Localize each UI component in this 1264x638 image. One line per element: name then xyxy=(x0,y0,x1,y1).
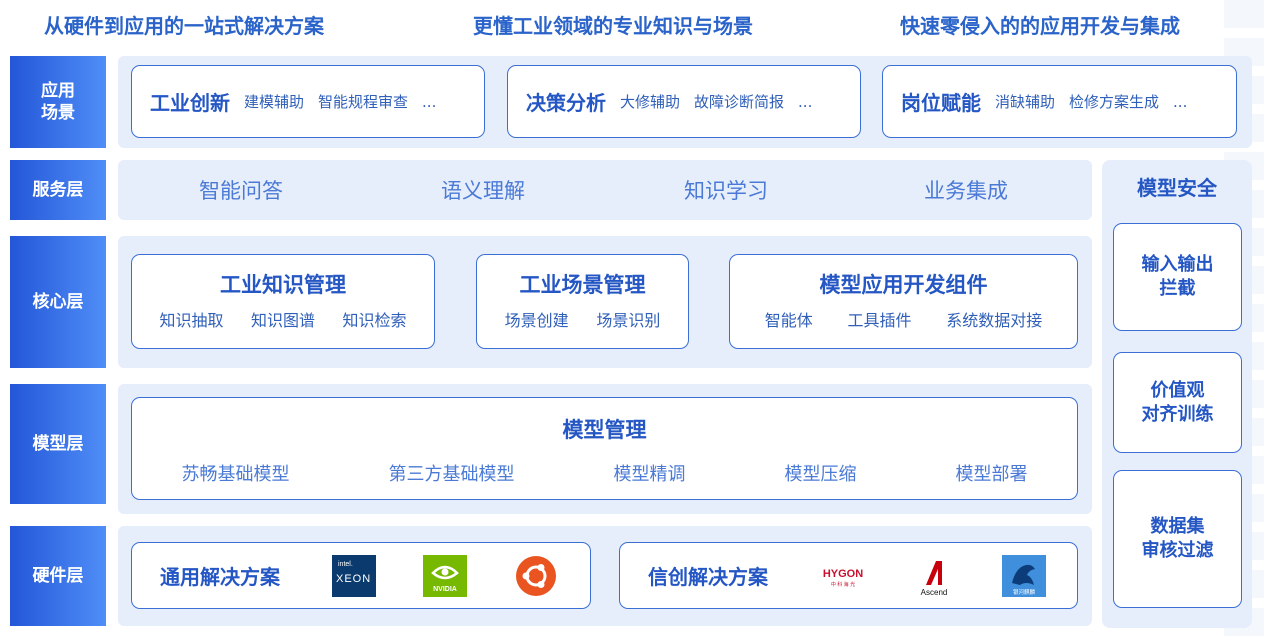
model-item: 模型精调 xyxy=(613,464,686,485)
app-card-industrial-innovation[interactable]: 工业创新 建模辅助 智能规程审查 ... xyxy=(131,65,485,138)
slogan-one-stop: 从硬件到应用的一站式解决方案 xyxy=(44,13,324,38)
core-card-item: 工具插件 xyxy=(847,311,912,330)
hygon-logo-text: HYGON xyxy=(823,568,863,580)
app-card-decision-analysis[interactable]: 决策分析 大修辅助 故障诊断简报 ... xyxy=(507,65,861,138)
security-card-line: 输入输出 xyxy=(1141,254,1214,275)
core-card-knowledge-management[interactable]: 工业知识管理 知识抽取 知识图谱 知识检索 xyxy=(131,254,435,349)
kylin-logo: 银河麒麟 xyxy=(1002,555,1046,597)
core-card-title: 工业场景管理 xyxy=(519,273,646,297)
service-item-qa: 智能问答 xyxy=(199,179,283,203)
ubuntu-logo xyxy=(514,555,558,597)
hygon-logo-subtext: 中 科 海 光 xyxy=(831,581,855,588)
app-card-item: 消缺辅助 xyxy=(995,93,1056,111)
ascend-logo: Ascend xyxy=(912,555,956,597)
hardware-card-title: 通用解决方案 xyxy=(160,565,280,589)
service-item-learning: 知识学习 xyxy=(684,179,768,203)
core-card-title: 模型应用开发组件 xyxy=(819,273,988,297)
app-card-job-empowerment[interactable]: 岗位赋能 消缺辅助 检修方案生成 ... xyxy=(882,65,1237,138)
app-card-item: 大修辅助 xyxy=(620,93,681,111)
core-card-item: 场景识别 xyxy=(596,311,661,330)
layer-label-hardware: 硬件层 xyxy=(10,526,106,626)
model-management-title: 模型管理 xyxy=(562,418,647,442)
model-item: 模型部署 xyxy=(955,464,1028,485)
app-card-item: 故障诊断简报 xyxy=(694,93,785,111)
security-card-line: 数据集 xyxy=(1150,516,1205,537)
core-card-item: 智能体 xyxy=(764,311,813,330)
core-card-item: 知识图谱 xyxy=(250,311,315,330)
nvidia-logo-text: NVIDIA xyxy=(433,586,457,593)
layer-label-app-line2: 场景 xyxy=(41,103,75,123)
slogan-fast-integration: 快速零侵入的的应用开发与集成 xyxy=(900,13,1180,38)
service-item-semantic: 语义理解 xyxy=(441,179,525,203)
app-card-ellipsis: ... xyxy=(422,92,437,111)
model-item: 模型压缩 xyxy=(784,464,857,485)
ascend-logo-text: Ascend xyxy=(921,588,948,597)
intel-xeon-logo: intel. XEON xyxy=(332,555,376,597)
app-card-item: 检修方案生成 xyxy=(1069,93,1160,111)
app-card-ellipsis: ... xyxy=(1173,92,1188,111)
service-item-integration: 业务集成 xyxy=(924,179,1008,203)
layer-label-core: 核心层 xyxy=(10,236,106,368)
layer-label-service: 服务层 xyxy=(10,160,106,220)
core-card-item: 系统数据对接 xyxy=(946,311,1043,330)
app-card-ellipsis: ... xyxy=(798,92,813,111)
core-card-app-dev-components[interactable]: 模型应用开发组件 智能体 工具插件 系统数据对接 xyxy=(729,254,1078,349)
app-card-title: 决策分析 xyxy=(526,91,606,115)
model-item: 第三方基础模型 xyxy=(388,464,515,485)
core-card-scene-management[interactable]: 工业场景管理 场景创建 场景识别 xyxy=(476,254,689,349)
app-card-title: 工业创新 xyxy=(150,91,230,115)
slogan-industrial-knowledge: 更懂工业领域的专业知识与场景 xyxy=(473,13,753,38)
security-card-io-interception[interactable]: 输入输出 拦截 xyxy=(1113,223,1242,331)
security-card-line: 拦截 xyxy=(1159,278,1196,299)
app-card-item: 建模辅助 xyxy=(244,93,305,111)
hardware-card-title: 信创解决方案 xyxy=(648,565,768,589)
intel-logo-text: intel. xyxy=(338,561,353,568)
core-card-item: 知识抽取 xyxy=(159,311,224,330)
hygon-logo: HYGON 中 科 海 光 xyxy=(818,555,868,597)
hardware-card-general[interactable]: 通用解决方案 intel. XEON NVIDIA xyxy=(131,542,591,609)
nvidia-logo: NVIDIA xyxy=(423,555,467,597)
layer-label-model: 模型层 xyxy=(10,384,106,504)
core-card-item: 场景创建 xyxy=(504,311,569,330)
security-card-dataset-review[interactable]: 数据集 审核过滤 xyxy=(1113,470,1242,608)
model-security-title: 模型安全 xyxy=(1137,176,1217,200)
model-item: 苏畅基础模型 xyxy=(181,464,290,485)
security-card-line: 价值观 xyxy=(1150,379,1205,401)
security-card-value-alignment[interactable]: 价值观 对齐训练 xyxy=(1113,352,1242,453)
core-card-title: 工业知识管理 xyxy=(220,273,346,297)
layer-label-app: 应用 场景 xyxy=(10,56,106,148)
app-card-title: 岗位赋能 xyxy=(901,91,981,115)
xeon-logo-text: XEON xyxy=(336,573,371,585)
model-management-card[interactable]: 模型管理 苏畅基础模型 第三方基础模型 模型精调 模型压缩 模型部署 xyxy=(131,397,1078,500)
app-card-item: 智能规程审查 xyxy=(318,93,409,111)
security-card-line: 审核过滤 xyxy=(1141,540,1214,561)
layer-label-app-line1: 应用 xyxy=(41,81,75,101)
kylin-logo-text: 银河麒麟 xyxy=(1013,588,1036,596)
core-card-item: 知识检索 xyxy=(342,311,407,330)
hardware-card-xinchuang[interactable]: 信创解决方案 HYGON 中 科 海 光 Ascend 银河麒麟 xyxy=(619,542,1078,609)
security-card-line: 对齐训练 xyxy=(1141,403,1214,425)
